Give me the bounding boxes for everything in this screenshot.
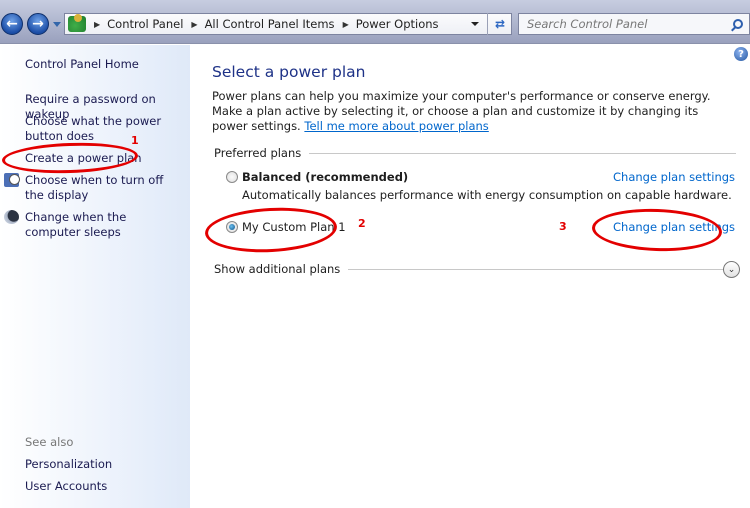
annotation-circle-3 — [591, 206, 723, 254]
search-icon[interactable] — [733, 19, 743, 29]
breadcrumb-separator-icon[interactable]: ▶ — [191, 20, 197, 29]
address-dropdown-icon[interactable] — [471, 22, 479, 26]
section-divider — [348, 268, 726, 270]
radio-balanced[interactable] — [226, 171, 238, 183]
breadcrumb-control-panel[interactable]: Control Panel — [107, 17, 183, 31]
refresh-button[interactable]: ⇄ — [487, 13, 512, 35]
forward-arrow-icon: → — [32, 16, 44, 32]
breadcrumb-separator-icon[interactable]: ▶ — [343, 20, 349, 29]
search-input[interactable]: Search Control Panel — [518, 13, 750, 35]
page-description: Power plans can help you maximize your c… — [212, 89, 732, 134]
help-icon[interactable]: ? — [734, 47, 748, 61]
sidebar-control-panel-home[interactable]: Control Panel Home — [25, 57, 185, 72]
sidebar-item-power-button[interactable]: Choose what the power button does — [25, 114, 190, 144]
back-button[interactable]: ← — [1, 13, 23, 35]
sidebar: Control Panel Home Require a password on… — [0, 45, 190, 508]
expand-chevron-icon[interactable]: ⌄ — [723, 261, 740, 278]
breadcrumb-all-items[interactable]: All Control Panel Items — [205, 17, 335, 31]
annotation-number-3: 3 — [559, 220, 567, 233]
plan-name-balanced[interactable]: Balanced (recommended) — [242, 170, 408, 184]
breadcrumb-separator-icon[interactable]: ▶ — [94, 20, 100, 29]
additional-plans-section: Show additional plans — [214, 262, 726, 276]
back-arrow-icon: ← — [6, 16, 18, 32]
preferred-plans-label: Preferred plans — [214, 146, 302, 160]
forward-button[interactable]: → — [27, 13, 49, 35]
address-bar[interactable]: ▶ Control Panel ▶ All Control Panel Item… — [64, 13, 512, 35]
annotation-number-1: 1 — [131, 134, 139, 147]
tell-me-more-link[interactable]: Tell me more about power plans — [304, 119, 488, 133]
sidebar-item-computer-sleeps[interactable]: Change when the computer sleeps — [25, 210, 175, 240]
explorer-toolbar: ← → ▶ Control Panel ▶ All Control Panel … — [0, 0, 750, 44]
section-divider — [309, 152, 736, 154]
power-options-icon — [68, 14, 86, 32]
search-placeholder: Search Control Panel — [527, 17, 648, 31]
sidebar-item-turn-off-display[interactable]: Choose when to turn off the display — [25, 173, 175, 203]
breadcrumb-power-options[interactable]: Power Options — [356, 17, 439, 31]
refresh-icon: ⇄ — [494, 17, 506, 31]
recent-pages-dropdown[interactable] — [53, 22, 61, 27]
annotation-number-2: 2 — [358, 217, 366, 230]
main-panel: ? Select a power plan Power plans can he… — [190, 45, 750, 508]
annotation-circle-1 — [1, 140, 139, 176]
moon-icon — [4, 210, 19, 224]
see-also-heading: See also — [25, 435, 74, 449]
change-plan-settings-balanced[interactable]: Change plan settings — [613, 170, 735, 184]
annotation-circle-2 — [203, 204, 339, 256]
plan-description-balanced: Automatically balances performance with … — [242, 188, 732, 202]
sidebar-item-personalization[interactable]: Personalization — [25, 457, 185, 472]
clock-icon — [4, 173, 20, 187]
page-title: Select a power plan — [212, 63, 366, 81]
show-additional-plans[interactable]: Show additional plans — [214, 262, 340, 276]
sidebar-item-user-accounts[interactable]: User Accounts — [25, 479, 185, 494]
preferred-plans-section: Preferred plans — [214, 146, 736, 160]
